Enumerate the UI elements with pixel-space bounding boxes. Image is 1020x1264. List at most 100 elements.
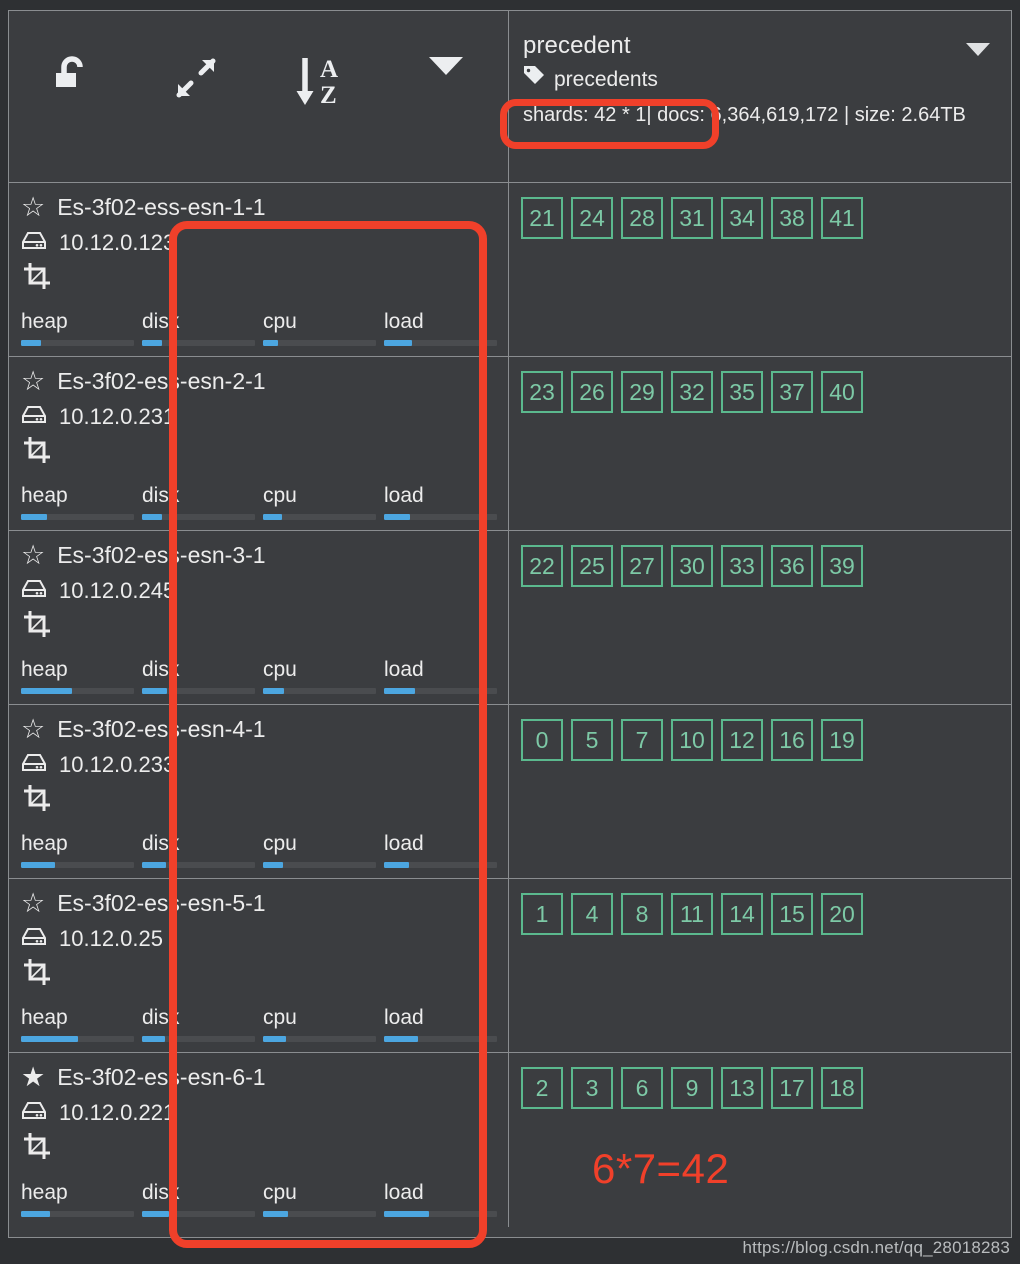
metric-label: cpu: [263, 1006, 297, 1029]
shard-box[interactable]: 0: [521, 719, 563, 761]
node-title: ☆ Es-3f02-ess-esn-5-1: [21, 887, 498, 919]
node-shard-toggle[interactable]: [21, 1130, 498, 1166]
node-shard-toggle[interactable]: [21, 956, 498, 992]
metric-bar: [263, 1211, 376, 1217]
node-ip: 10.12.0.233: [59, 752, 176, 777]
metric-label: load: [384, 1181, 424, 1204]
shard-box[interactable]: 30: [671, 545, 713, 587]
node-title: ☆ Es-3f02-ess-esn-1-1: [21, 191, 498, 223]
shard-box[interactable]: 32: [671, 371, 713, 413]
shard-box[interactable]: 31: [671, 197, 713, 239]
node-row[interactable]: ☆ Es-3f02-ess-esn-3-1 10.12.0.245 heap disk c…: [9, 531, 509, 705]
star-icon[interactable]: ☆: [21, 889, 45, 917]
shard-crop-icon[interactable]: [23, 784, 51, 817]
node-shard-toggle[interactable]: [21, 260, 498, 296]
tag-icon: [523, 64, 545, 96]
node-metrics: heap disk cpu load: [21, 483, 507, 520]
shard-crop-icon[interactable]: [23, 1132, 51, 1165]
index-menu-caret-icon[interactable]: [965, 41, 991, 63]
shard-box[interactable]: 24: [571, 197, 613, 239]
shard-box[interactable]: 33: [721, 545, 763, 587]
metric-label: heap: [21, 658, 68, 681]
shard-crop-icon[interactable]: [23, 436, 51, 469]
unlock-icon[interactable]: [9, 53, 134, 99]
shard-box[interactable]: 2: [521, 1067, 563, 1109]
metric-label: disk: [142, 1006, 180, 1029]
shard-box[interactable]: 11: [671, 893, 713, 935]
shard-box[interactable]: 36: [771, 545, 813, 587]
shard-box[interactable]: 1: [521, 893, 563, 935]
shard-box[interactable]: 7: [621, 719, 663, 761]
chevron-down-icon[interactable]: [383, 53, 508, 79]
shard-box[interactable]: 39: [821, 545, 863, 587]
storage-icon: [21, 576, 47, 606]
shard-box[interactable]: 16: [771, 719, 813, 761]
shard-box[interactable]: 26: [571, 371, 613, 413]
shard-box[interactable]: 38: [771, 197, 813, 239]
node-shard-toggle[interactable]: [21, 434, 498, 470]
storage-icon: [21, 924, 47, 954]
shard-box[interactable]: 28: [621, 197, 663, 239]
shard-box[interactable]: 35: [721, 371, 763, 413]
node-title: ☆ Es-3f02-ess-esn-4-1: [21, 713, 498, 745]
star-icon[interactable]: ☆: [21, 715, 45, 743]
shard-crop-icon[interactable]: [23, 262, 51, 295]
shard-box[interactable]: 18: [821, 1067, 863, 1109]
star-icon[interactable]: ☆: [21, 367, 45, 395]
shard-list: 21 24 28 31 34 38 41: [521, 197, 1011, 239]
index-stats: shards: 42 * 1| docs: 6,364,619,172 | si…: [523, 104, 966, 126]
star-icon[interactable]: ☆: [21, 193, 45, 221]
shard-box[interactable]: 15: [771, 893, 813, 935]
shard-box[interactable]: 37: [771, 371, 813, 413]
shard-crop-icon[interactable]: [23, 610, 51, 643]
shard-box[interactable]: 13: [721, 1067, 763, 1109]
storage-icon: [21, 750, 47, 780]
shard-box[interactable]: 19: [821, 719, 863, 761]
node-name: Es-3f02-ess-esn-5-1: [57, 890, 266, 916]
shard-box[interactable]: 17: [771, 1067, 813, 1109]
node-row[interactable]: ☆ Es-3f02-ess-esn-1-1 10.12.0.123 heap disk c…: [9, 183, 509, 357]
shard-box[interactable]: 27: [621, 545, 663, 587]
metric-load: load: [384, 657, 505, 694]
node-row[interactable]: ☆ Es-3f02-ess-esn-4-1 10.12.0.233 heap disk c…: [9, 705, 509, 879]
metric-bar: [263, 1036, 376, 1042]
shard-box[interactable]: 12: [721, 719, 763, 761]
shard-box[interactable]: 40: [821, 371, 863, 413]
shard-box[interactable]: 5: [571, 719, 613, 761]
star-icon[interactable]: ☆: [21, 541, 45, 569]
metric-disk: disk: [142, 1180, 263, 1217]
expand-icon[interactable]: [134, 53, 259, 103]
shard-box[interactable]: 8: [621, 893, 663, 935]
node-name: Es-3f02-ess-esn-6-1: [57, 1064, 266, 1090]
shard-box[interactable]: 22: [521, 545, 563, 587]
node-metrics: heap disk cpu load: [21, 1180, 507, 1217]
master-star-icon[interactable]: ★: [21, 1063, 45, 1091]
metric-fill: [142, 514, 163, 520]
shard-crop-icon[interactable]: [23, 958, 51, 991]
shard-box[interactable]: 3: [571, 1067, 613, 1109]
shard-box[interactable]: 34: [721, 197, 763, 239]
metric-label: load: [384, 658, 424, 681]
shard-box[interactable]: 14: [721, 893, 763, 935]
node-ip-row: 10.12.0.123: [21, 226, 498, 260]
node-name: Es-3f02-ess-esn-3-1: [57, 542, 266, 568]
shard-box[interactable]: 9: [671, 1067, 713, 1109]
shard-box[interactable]: 25: [571, 545, 613, 587]
node-shards-cell: 2 3 6 9 13 17 18 6*7=42: [509, 1053, 1011, 1227]
node-shard-toggle[interactable]: [21, 608, 498, 644]
node-row[interactable]: ☆ Es-3f02-ess-esn-5-1 10.12.0.25 heap disk cp…: [9, 879, 509, 1053]
shard-box[interactable]: 23: [521, 371, 563, 413]
shard-box[interactable]: 29: [621, 371, 663, 413]
node-row[interactable]: ☆ Es-3f02-ess-esn-2-1 10.12.0.231 heap disk c…: [9, 357, 509, 531]
shard-box[interactable]: 6: [621, 1067, 663, 1109]
shard-box[interactable]: 21: [521, 197, 563, 239]
node-ip: 10.12.0.221: [59, 1100, 176, 1125]
shard-box[interactable]: 20: [821, 893, 863, 935]
shard-box[interactable]: 41: [821, 197, 863, 239]
node-row[interactable]: ★ Es-3f02-ess-esn-6-1 10.12.0.221 heap disk c…: [9, 1053, 509, 1227]
shard-box[interactable]: 10: [671, 719, 713, 761]
shard-box[interactable]: 4: [571, 893, 613, 935]
node-shard-toggle[interactable]: [21, 782, 498, 818]
index-alias-row: precedents: [523, 64, 995, 96]
sort-az-icon[interactable]: A Z: [259, 53, 384, 109]
